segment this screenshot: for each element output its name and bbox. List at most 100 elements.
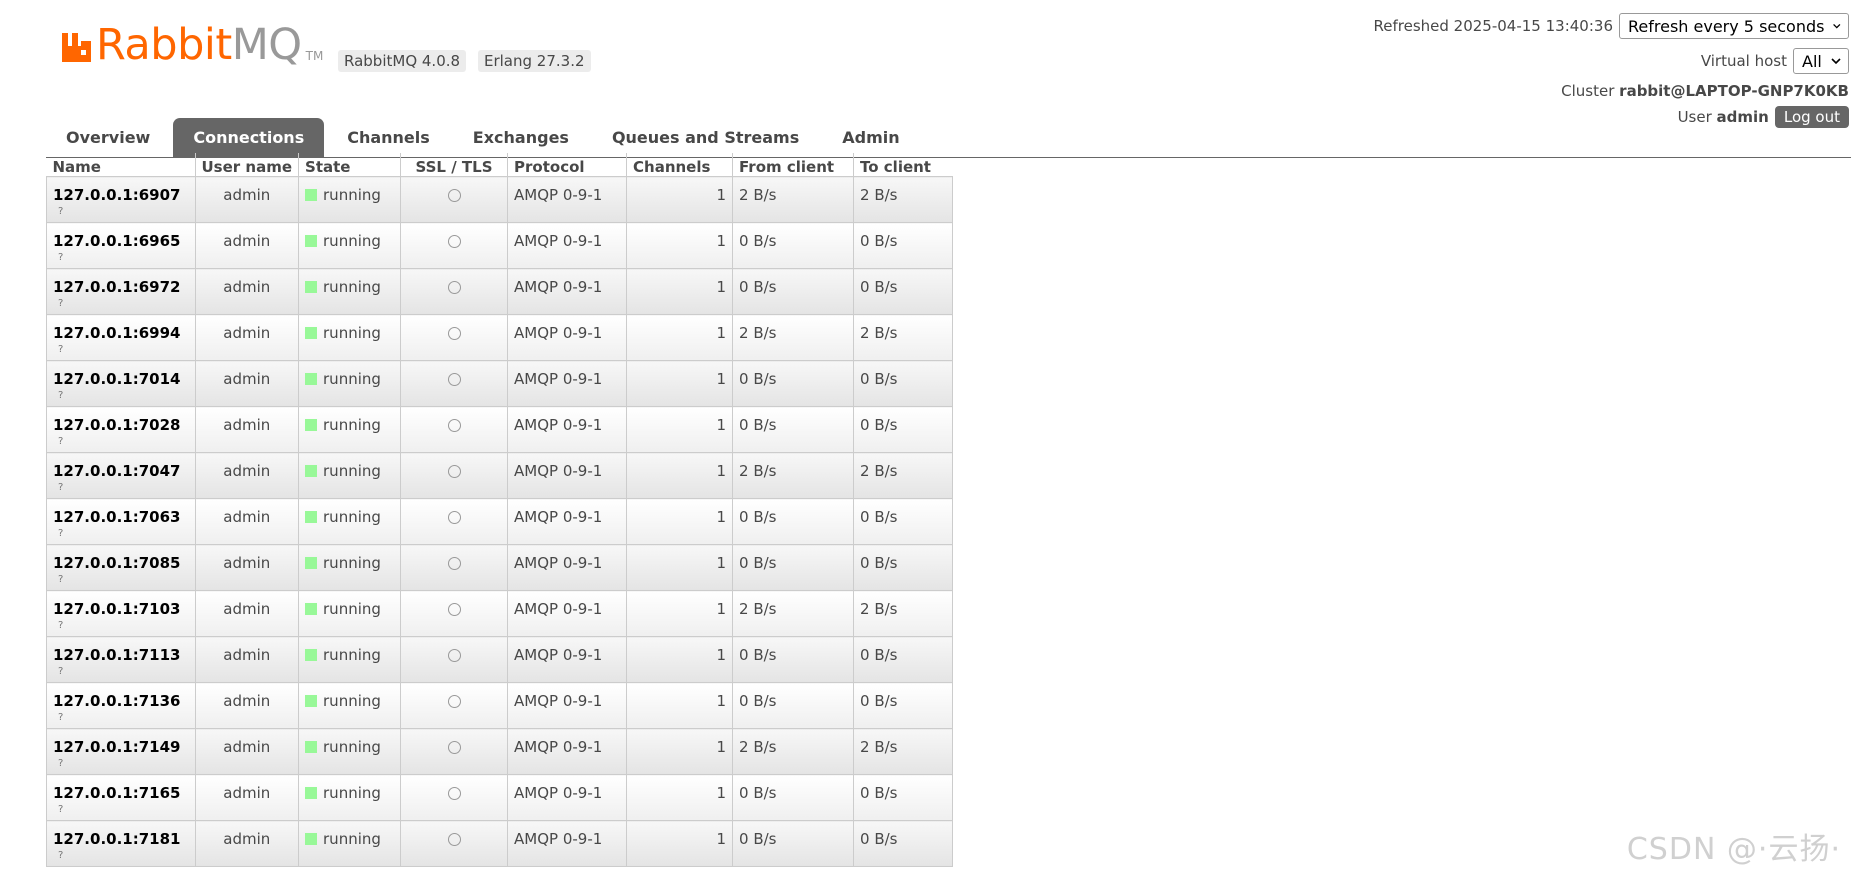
user-name-value: admin [223,554,271,572]
cell-name: 127.0.0.1:7014? [46,360,195,407]
connection-link[interactable]: 127.0.0.1:7085 [53,554,189,572]
cell-to-client: 0 B/s [853,268,953,315]
column-header-to-client[interactable]: To client [853,153,953,177]
cell-ssl-tls [400,544,508,591]
connection-client-info: ? [58,758,64,769]
connection-link[interactable]: 127.0.0.1:6994 [53,324,189,342]
connection-link[interactable]: 127.0.0.1:7113 [53,646,189,664]
connection-link[interactable]: 127.0.0.1:6972 [53,278,189,296]
from-client-value: 0 B/s [739,646,777,664]
cell-to-client: 2 B/s [853,728,953,775]
state-value: running [323,278,381,296]
cell-name: 127.0.0.1:7149? [46,728,195,775]
ssl-disabled-icon [447,511,461,524]
cell-state: running [298,498,401,545]
watermark: CSDN @·云扬· [1626,832,1841,867]
connection-link[interactable]: 127.0.0.1:7165 [53,784,189,802]
running-status-icon [305,281,318,293]
cell-channels: 1 [626,314,733,361]
cell-user-name: admin [194,544,299,591]
connection-link[interactable]: 127.0.0.1:7063 [53,508,189,526]
ssl-disabled-icon [447,833,461,846]
rabbitmq-logo[interactable]: RabbitMQ TM [60,24,323,67]
to-client-value: 2 B/s [860,186,898,204]
cell-ssl-tls [400,406,508,453]
cell-ssl-tls [400,820,508,867]
vhost-select[interactable]: All [1793,48,1849,74]
from-client-value: 0 B/s [739,554,777,572]
logout-button[interactable]: Log out [1774,106,1849,128]
cell-protocol: AMQP 0-9-1 [507,452,627,499]
user-name-value: admin [223,830,271,848]
ssl-disabled-icon [447,189,461,202]
connection-link[interactable]: 127.0.0.1:7028 [53,416,189,434]
state-value: running [323,508,381,526]
column-header-user-name[interactable]: User name [194,153,299,177]
cell-state: running [298,728,401,775]
protocol-value: AMQP 0-9-1 [514,278,603,296]
tab-exchanges[interactable]: Exchanges [453,118,589,157]
tab-admin[interactable]: Admin [822,118,919,157]
cell-protocol: AMQP 0-9-1 [507,314,627,361]
protocol-value: AMQP 0-9-1 [514,692,603,710]
to-client-value: 0 B/s [860,554,898,572]
cell-name: 127.0.0.1:7028? [46,406,195,453]
tab-channels[interactable]: Channels [327,118,450,157]
column-header-channels[interactable]: Channels [626,153,733,177]
connection-client-info: ? [58,390,64,401]
from-client-value: 2 B/s [739,186,777,204]
tab-queues-and-streams[interactable]: Queues and Streams [592,118,819,157]
cell-to-client: 0 B/s [853,682,953,729]
connection-link[interactable]: 127.0.0.1:6965 [53,232,189,250]
table-row: 127.0.0.1:6972? admin running AMQP 0-9-1 1 0 … [46,268,953,315]
cell-user-name: admin [194,682,299,729]
tab-connections[interactable]: Connections [173,118,325,157]
table-row: 127.0.0.1:7113? admin running AMQP 0-9-1 1 0 … [46,636,953,683]
protocol-value: AMQP 0-9-1 [514,554,603,572]
tab-overview[interactable]: Overview [46,118,170,157]
cluster-row: Cluster rabbit@LAPTOP-GNP7K0KB [1561,82,1849,100]
cell-name: 127.0.0.1:7181? [46,820,195,867]
connection-link[interactable]: 127.0.0.1:7149 [53,738,189,756]
channels-value: 1 [716,738,727,756]
cell-to-client: 0 B/s [853,636,953,683]
channels-value: 1 [716,416,727,434]
running-status-icon [305,741,318,753]
connection-link[interactable]: 127.0.0.1:7014 [53,370,189,388]
vhost-label: Virtual host [1700,52,1787,70]
connection-client-info: ? [58,436,64,447]
connection-link[interactable]: 127.0.0.1:7047 [53,462,189,480]
cell-state: running [298,636,401,683]
channels-value: 1 [716,508,727,526]
column-header-state[interactable]: State [298,153,401,177]
chevron-down-icon [1833,23,1841,29]
cell-ssl-tls [400,636,508,683]
connection-link[interactable]: 127.0.0.1:7103 [53,600,189,618]
column-header-protocol[interactable]: Protocol [507,153,627,177]
cell-from-client: 2 B/s [732,314,854,361]
cell-protocol: AMQP 0-9-1 [507,360,627,407]
from-client-value: 0 B/s [739,232,777,250]
to-client-value: 2 B/s [860,600,898,618]
refresh-interval-select[interactable]: Refresh every 5 seconds [1619,13,1849,39]
cell-channels: 1 [626,268,733,315]
running-status-icon [305,695,318,707]
cell-protocol: AMQP 0-9-1 [507,222,627,269]
column-header-ssl-tls[interactable]: SSL / TLS [400,153,508,177]
cell-user-name: admin [194,314,299,361]
table-row: 127.0.0.1:7136? admin running AMQP 0-9-1 1 0 … [46,682,953,729]
cell-user-name: admin [194,590,299,637]
channels-value: 1 [716,646,727,664]
connection-link[interactable]: 127.0.0.1:7136 [53,692,189,710]
column-header-name[interactable]: Name [46,153,195,177]
table-row: 127.0.0.1:7165? admin running AMQP 0-9-1 1 0 … [46,774,953,821]
cell-state: running [298,314,401,361]
cell-name: 127.0.0.1:7047? [46,452,195,499]
column-header-from-client[interactable]: From client [732,153,854,177]
ssl-disabled-icon [447,741,461,754]
connection-link[interactable]: 127.0.0.1:6907 [53,186,189,204]
running-status-icon [305,327,318,339]
cell-ssl-tls [400,452,508,499]
cluster-label: Cluster [1561,82,1615,100]
connection-link[interactable]: 127.0.0.1:7181 [53,830,189,848]
